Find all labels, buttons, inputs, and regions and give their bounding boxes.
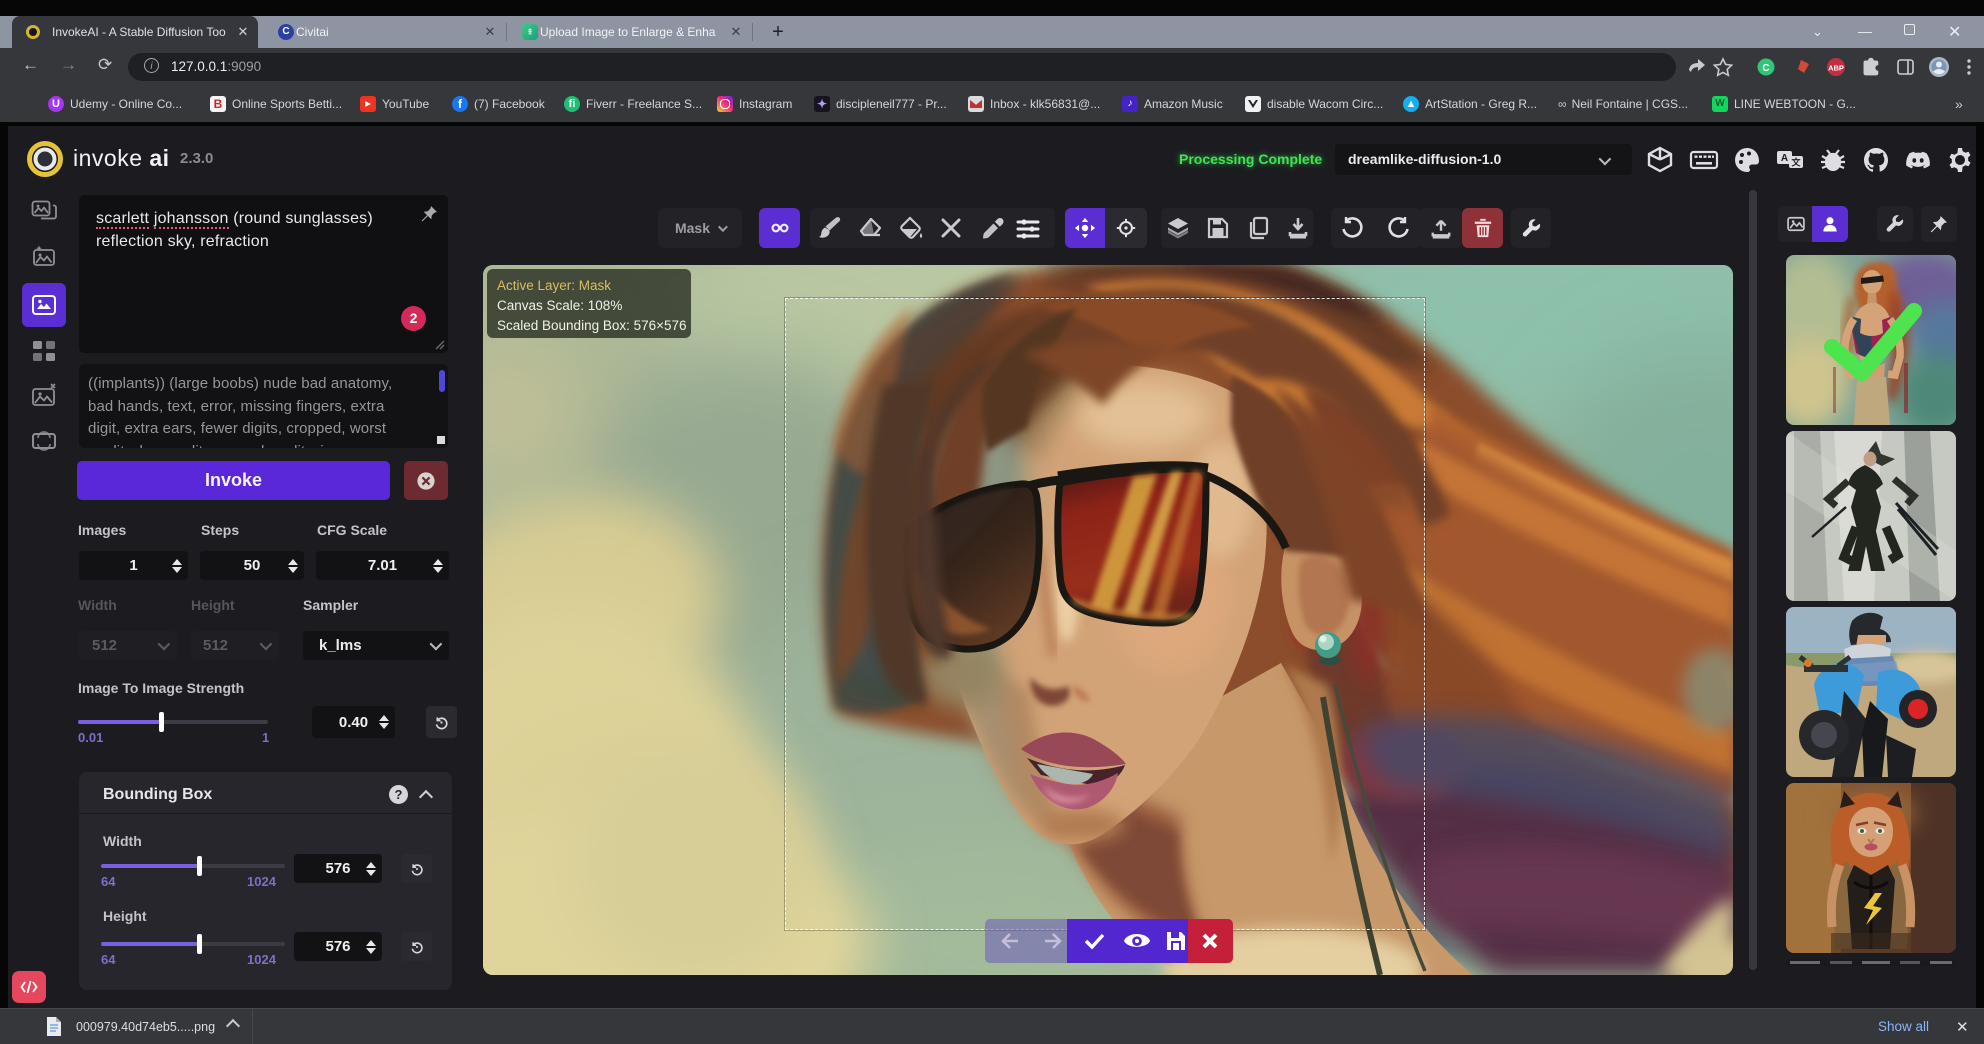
svg-text:A: A — [1781, 153, 1788, 164]
svg-text:C: C — [1762, 63, 1769, 74]
svg-text:ABP: ABP — [1828, 64, 1844, 73]
svg-text:文: 文 — [1790, 157, 1801, 168]
